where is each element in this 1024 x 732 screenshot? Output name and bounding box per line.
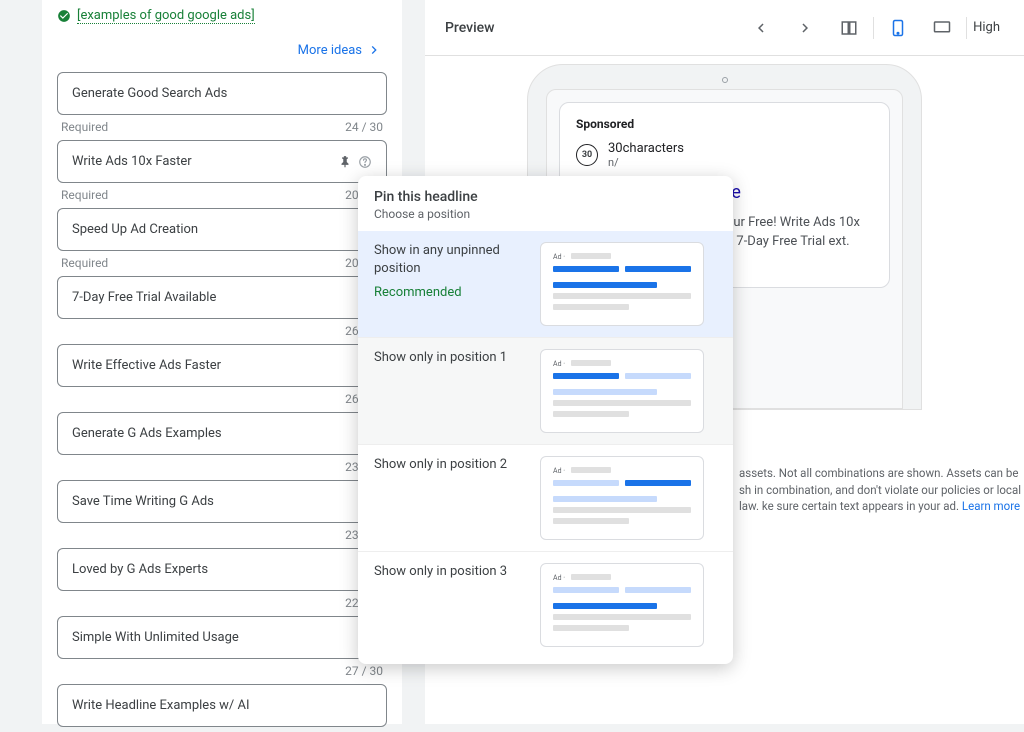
headline-meta: 23 / 30 <box>61 460 383 474</box>
headline-text: Write Headline Examples w/ AI <box>72 698 250 713</box>
char-count: 20 / 30 <box>108 256 383 270</box>
headline-input[interactable]: Write Headline Examples w/ AI <box>57 684 387 727</box>
mini-preview: Ad · <box>540 563 704 647</box>
mini-preview: Ad · <box>540 242 704 326</box>
mini-preview: Ad · <box>540 349 704 433</box>
ad-source-name: 30characters <box>608 141 684 156</box>
char-count: 26 / 30 <box>61 324 383 338</box>
headline-meta: Required24 / 30 <box>61 120 383 134</box>
required-label: Required <box>61 120 108 134</box>
headline-input[interactable]: Simple With Unlimited Usage <box>57 616 387 659</box>
mobile-icon <box>889 18 907 38</box>
ad-strength-label: High <box>969 20 1004 35</box>
camera-dot-icon <box>722 77 728 83</box>
headline-text: Write Effective Ads Faster <box>72 358 221 373</box>
char-count: 23 / 30 <box>61 460 383 474</box>
recommended-label: Recommended <box>374 284 524 302</box>
required-label: Required <box>61 256 108 270</box>
pin-option-label: Show only in position 1 <box>374 349 524 367</box>
headline-meta: Required20 / 30 <box>61 256 383 270</box>
preview-title: Preview <box>445 20 495 36</box>
headline-meta: 27 / 30 <box>61 664 383 678</box>
mobile-view-button[interactable] <box>876 8 920 48</box>
headline-text: Generate G Ads Examples <box>72 426 222 441</box>
desktop-icon <box>931 19 953 37</box>
headline-input[interactable]: Generate Good Search Ads <box>57 72 387 115</box>
pin-option[interactable]: Show only in position 2 Ad · <box>358 444 733 551</box>
pin-headline-popover[interactable]: Pin this headline Choose a position Show… <box>358 176 733 664</box>
columns-button[interactable] <box>827 8 871 48</box>
more-ideas-link[interactable]: More ideas <box>57 42 382 58</box>
headline-meta: 26 / 30 <box>61 324 383 338</box>
headline-input[interactable]: Generate G Ads Examples <box>57 412 387 455</box>
headline-text: 7-Day Free Trial Available <box>72 290 216 305</box>
pin-option[interactable]: Show only in position 1 Ad · <box>358 337 733 444</box>
headline-input[interactable]: Write Ads 10x Faster <box>57 140 387 183</box>
popover-subtitle: Choose a position <box>374 207 717 221</box>
headline-text: Save Time Writing G Ads <box>72 494 214 509</box>
char-count: 27 / 30 <box>61 664 383 678</box>
pin-option-label: Show only in position 3 <box>374 563 524 581</box>
headline-text: Loved by G Ads Experts <box>72 562 208 577</box>
headline-input[interactable]: Speed Up Ad Creation <box>57 208 387 251</box>
preview-header: Preview High <box>425 0 1024 56</box>
next-button[interactable] <box>783 8 827 48</box>
desktop-view-button[interactable] <box>920 8 964 48</box>
pin-option-label: Show in any unpinned positionRecommended <box>374 242 524 303</box>
chevron-left-icon <box>752 19 770 37</box>
chevron-right-icon <box>796 19 814 37</box>
headline-input[interactable]: Loved by G Ads Experts <box>57 548 387 591</box>
ad-source-url: n/ <box>608 156 684 169</box>
pin-option-label: Show only in position 2 <box>374 456 524 474</box>
headline-text: Generate Good Search Ads <box>72 86 227 101</box>
sponsored-label: Sponsored <box>576 117 873 131</box>
chevron-right-icon <box>366 42 382 58</box>
columns-icon <box>840 19 858 37</box>
learn-more-link[interactable]: Learn more <box>962 499 1020 513</box>
headline-input[interactable]: Save Time Writing G Ads <box>57 480 387 523</box>
preview-footer-text: assets. Not all combinations are shown. … <box>735 465 1024 515</box>
headline-editor-panel: [examples of good google ads] More ideas… <box>42 0 402 724</box>
keyword-link-text[interactable]: [examples of good google ads] <box>77 8 255 24</box>
help-icon[interactable] <box>358 155 372 169</box>
char-count: 20 / 30 <box>108 188 383 202</box>
checkmark-circle-icon <box>57 9 71 23</box>
headline-input[interactable]: 7-Day Free Trial Available <box>57 276 387 319</box>
preview-toolbar: High <box>739 8 1004 48</box>
required-label: Required <box>61 188 108 202</box>
prev-button[interactable] <box>739 8 783 48</box>
char-count: 22 / 30 <box>61 596 383 610</box>
headline-meta: 23 / 30 <box>61 528 383 542</box>
headline-input[interactable]: Write Effective Ads Faster <box>57 344 387 387</box>
ad-source-row: 30 30characters n/ <box>576 141 873 169</box>
pin-option[interactable]: Show only in position 3 Ad · <box>358 551 733 658</box>
popover-title: Pin this headline <box>374 189 717 205</box>
headline-text: Simple With Unlimited Usage <box>72 630 239 645</box>
avatar: 30 <box>576 144 598 166</box>
pin-option[interactable]: Show in any unpinned positionRecommended… <box>358 231 733 337</box>
headline-meta: 26 / 30 <box>61 392 383 406</box>
char-count: 23 / 30 <box>61 528 383 542</box>
headline-text: Write Ads 10x Faster <box>72 154 192 169</box>
headline-meta: Required20 / 30 <box>61 188 383 202</box>
char-count: 24 / 30 <box>108 120 383 134</box>
headline-meta: 22 / 30 <box>61 596 383 610</box>
headline-text: Speed Up Ad Creation <box>72 222 198 237</box>
pin-icon[interactable] <box>338 155 352 169</box>
char-count: 26 / 30 <box>61 392 383 406</box>
mini-preview: Ad · <box>540 456 704 540</box>
keyword-link-row[interactable]: [examples of good google ads] <box>57 8 387 24</box>
